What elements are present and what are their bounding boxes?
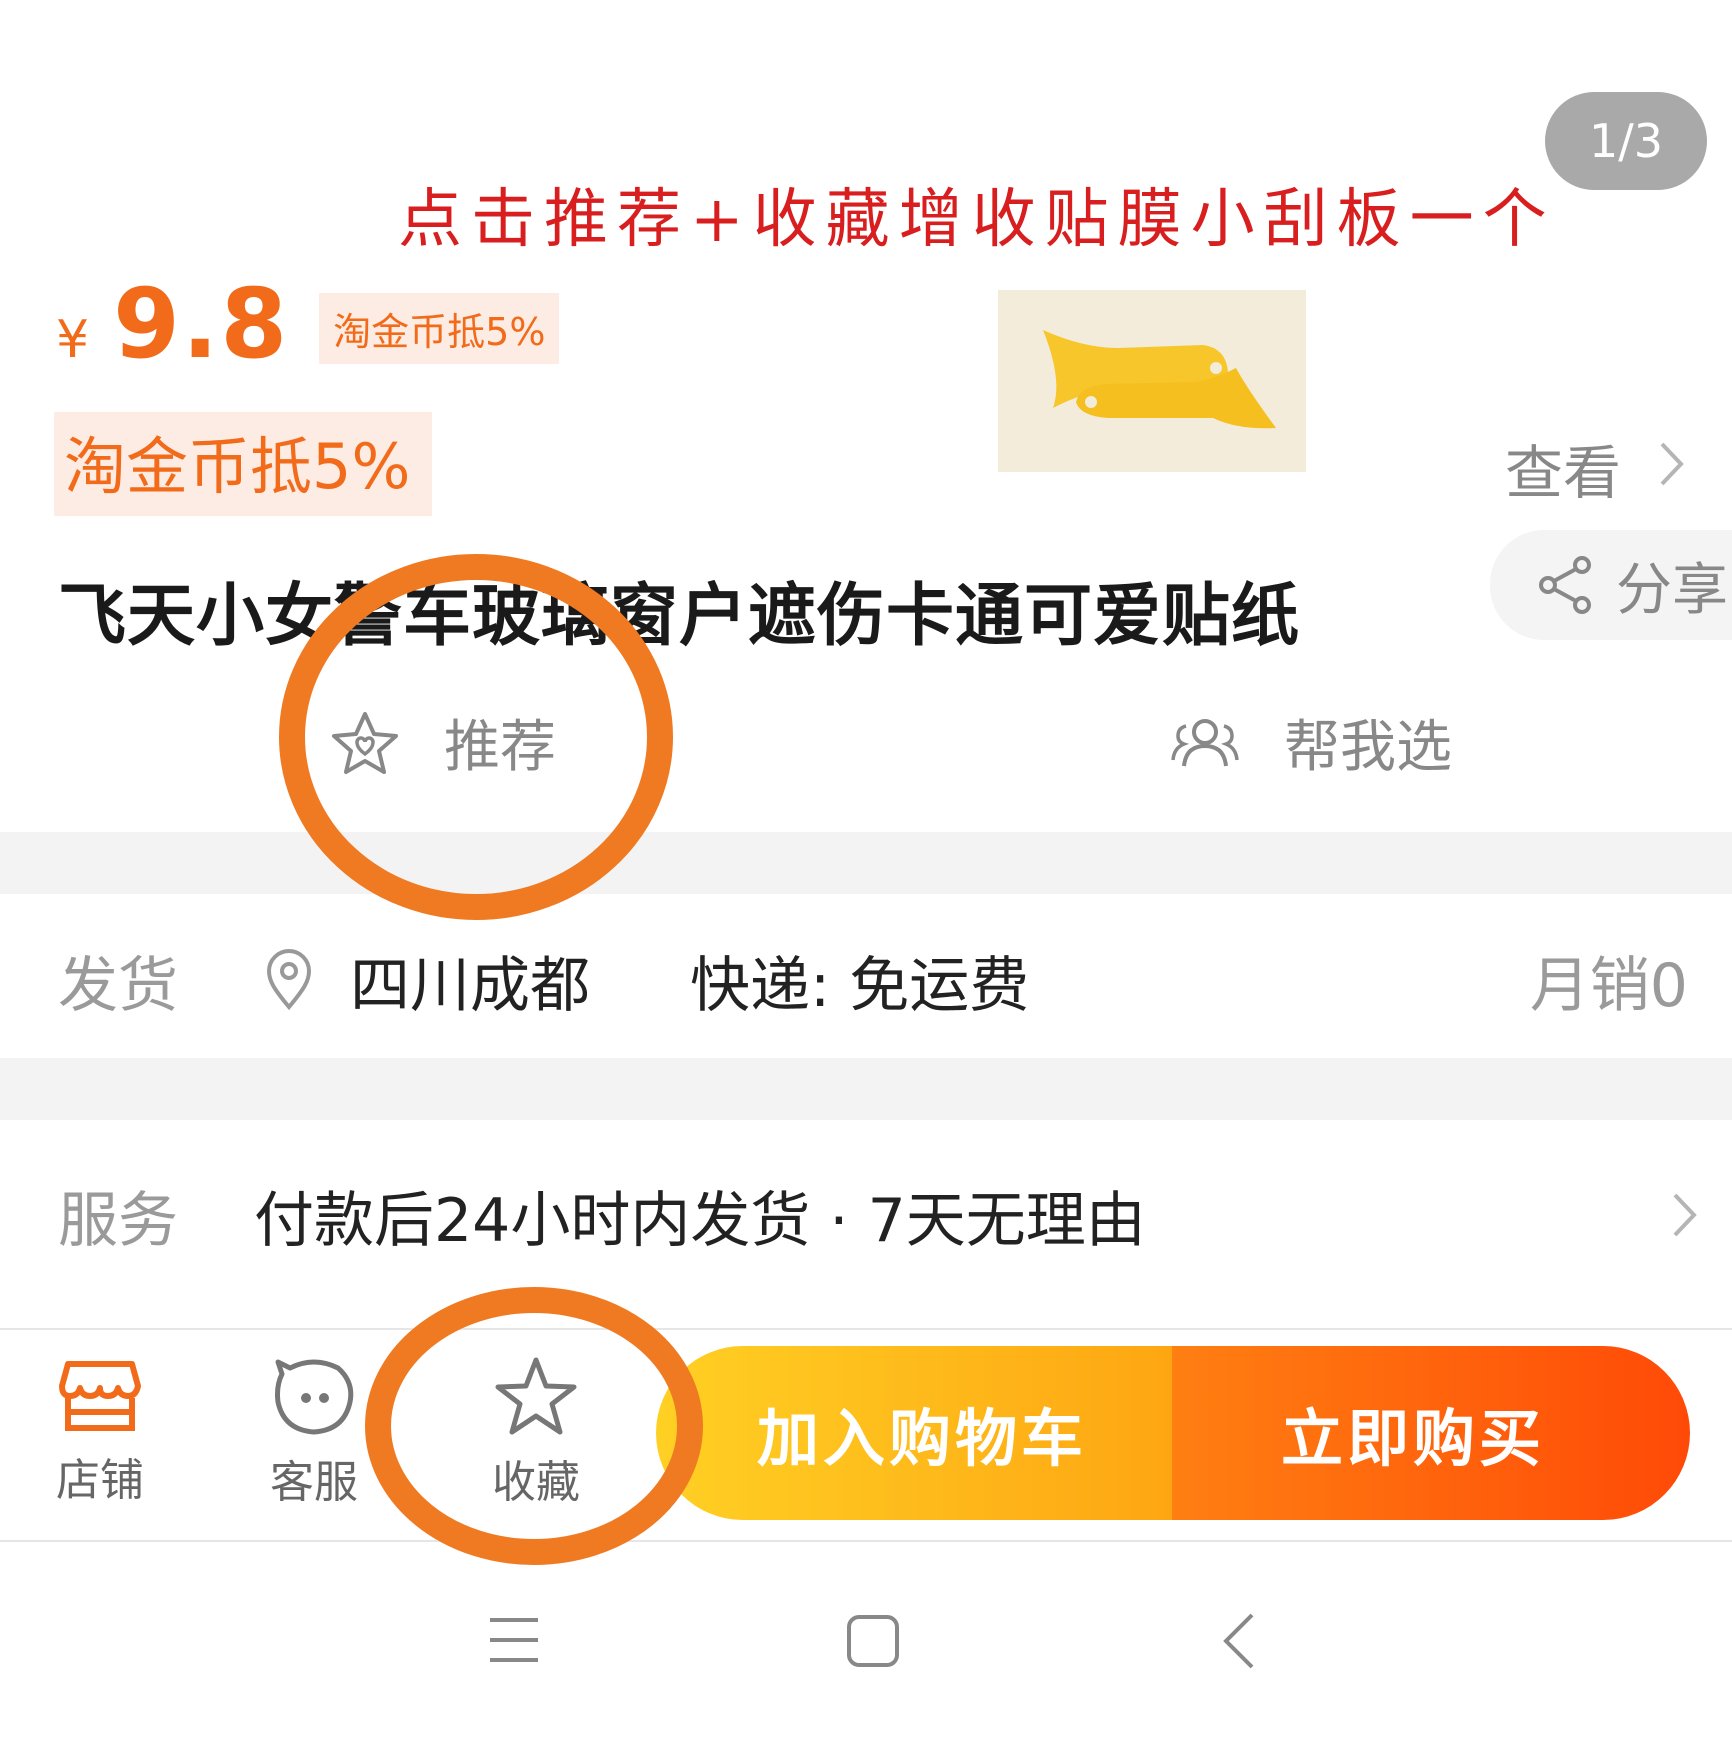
annotation-circle-recommend [279,554,673,920]
back-icon[interactable] [1222,1612,1256,1670]
annotation-circle-favorite [365,1287,703,1565]
annotation-overlay [279,554,703,1565]
menu-icon[interactable] [488,1616,540,1664]
home-icon[interactable] [846,1614,900,1668]
system-navigation-bar [0,1560,1732,1710]
